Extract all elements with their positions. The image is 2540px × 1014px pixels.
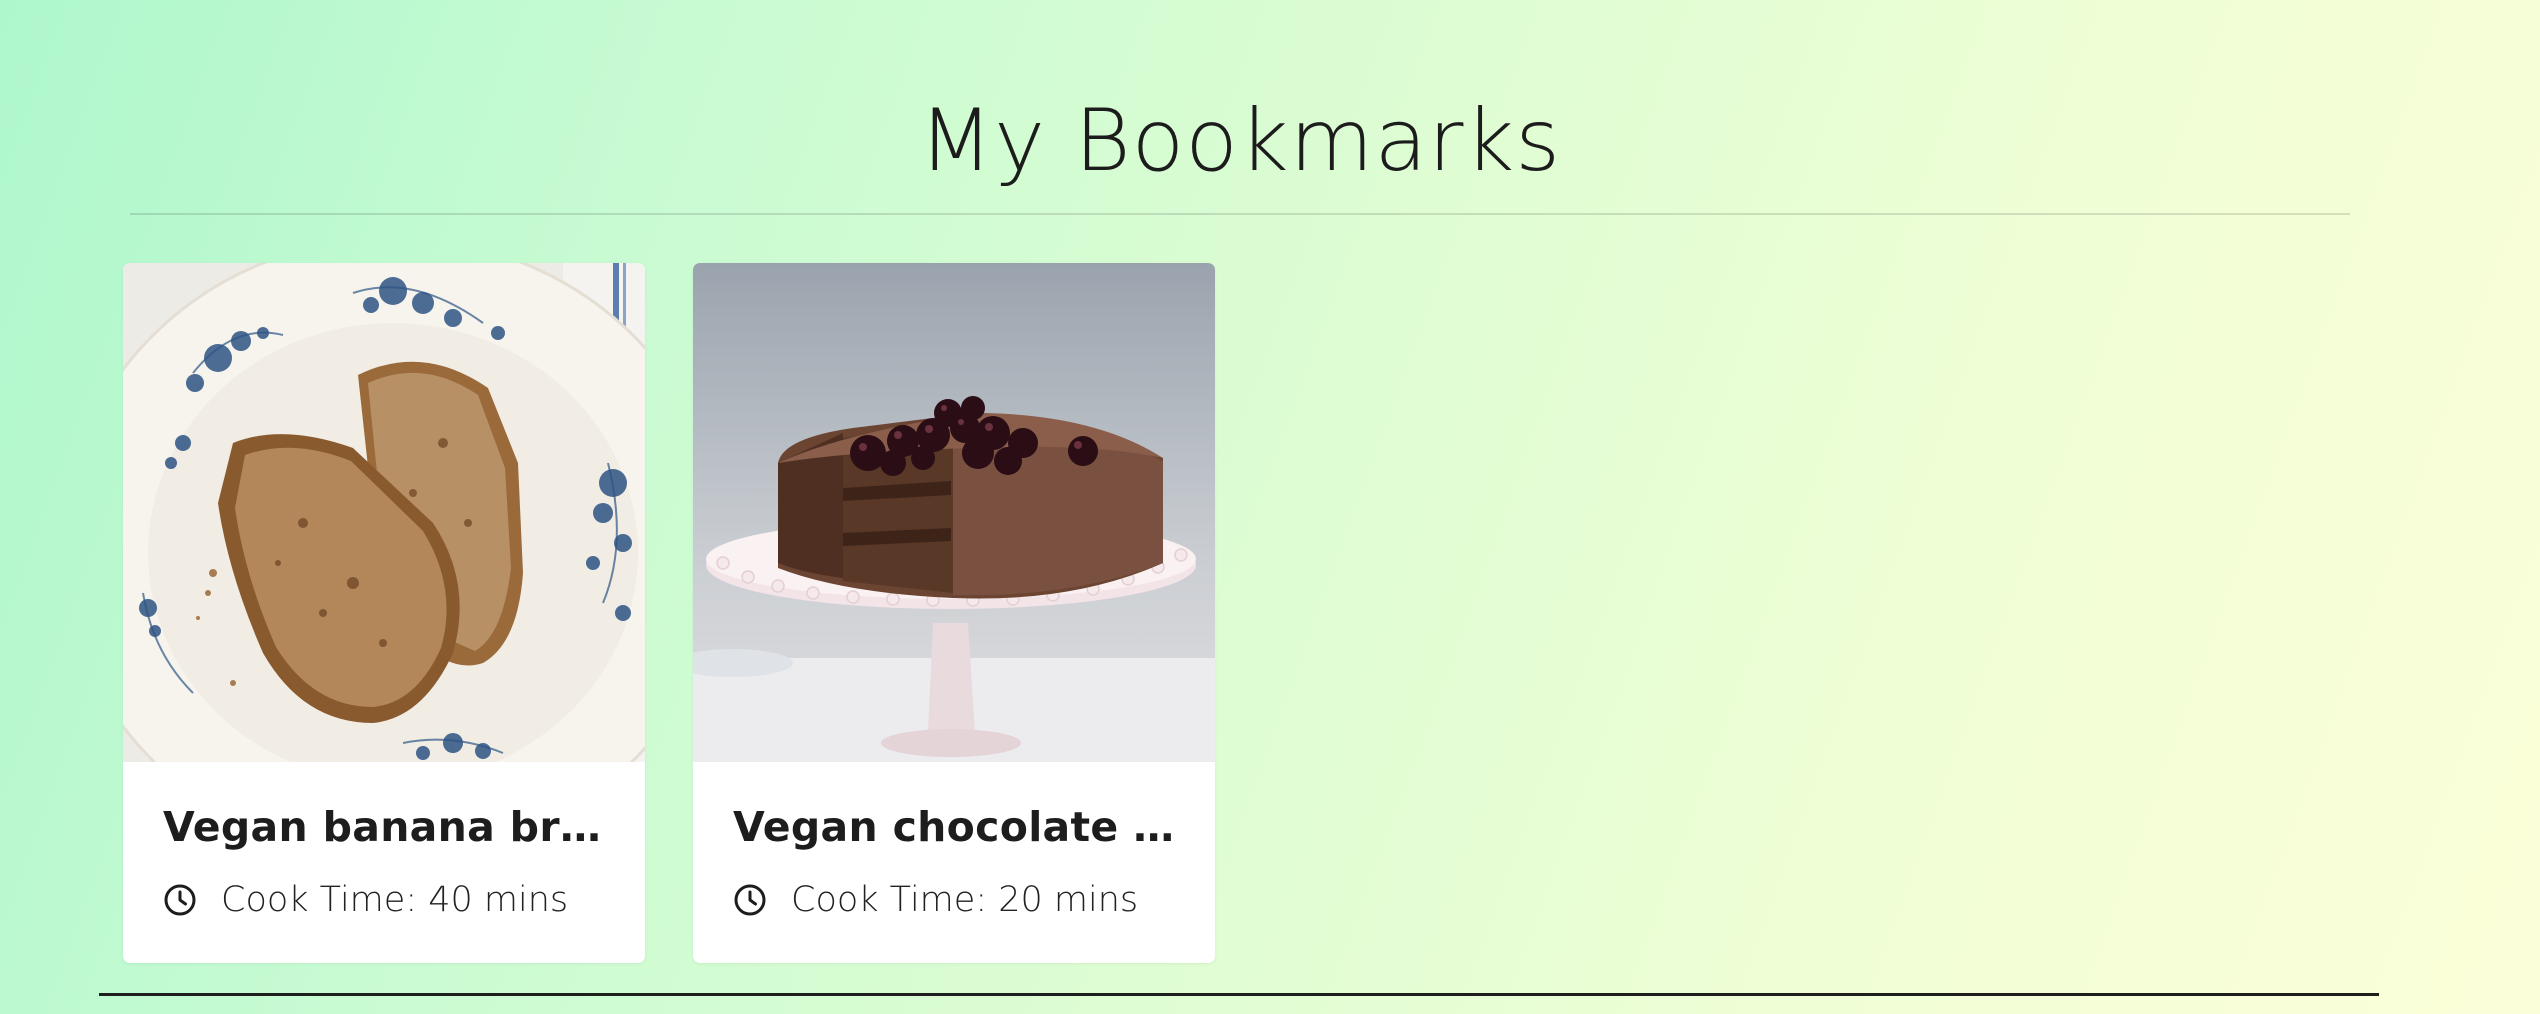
- cook-time-label: Cook Time: 40 mins: [221, 880, 569, 920]
- bookmark-card[interactable]: Vegan banana bread Cook Time: 40 mins: [123, 263, 645, 963]
- page-title: My Bookmarks: [918, 91, 1562, 191]
- bookmark-title[interactable]: Vegan chocolate ca...: [733, 803, 1183, 852]
- bookmark-card[interactable]: Vegan chocolate ca... Cook Time: 20 mins: [693, 263, 1215, 963]
- bottom-divider: [99, 993, 2379, 996]
- banana-bread-photo: [123, 263, 645, 762]
- chocolate-cake-photo: [693, 263, 1215, 762]
- title-divider: [130, 213, 2350, 215]
- cook-time: Cook Time: 20 mins: [733, 875, 1138, 925]
- clock-icon: [733, 883, 767, 917]
- clock-icon: [163, 883, 197, 917]
- cook-time-label: Cook Time: 20 mins: [791, 880, 1139, 920]
- bookmark-title[interactable]: Vegan banana bread: [163, 803, 613, 852]
- cook-time: Cook Time: 40 mins: [163, 875, 568, 925]
